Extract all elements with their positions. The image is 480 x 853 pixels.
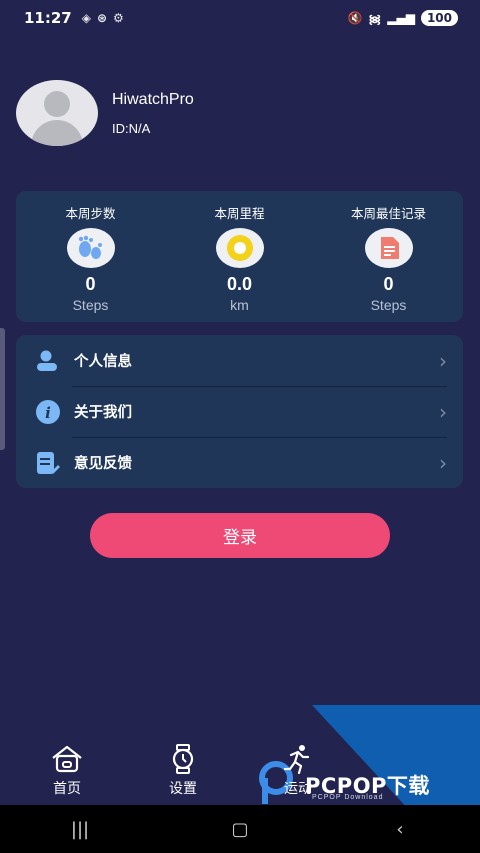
- feedback-icon: [34, 450, 62, 476]
- menu-item-personal-info[interactable]: 个人信息 ›: [16, 335, 463, 386]
- stat-unit: Steps: [370, 297, 407, 313]
- tab-home[interactable]: 首页: [50, 744, 84, 798]
- info-icon: i: [34, 399, 62, 425]
- avatar-head: [44, 91, 70, 117]
- person-icon: [34, 348, 62, 374]
- tab-label: 设置: [169, 781, 197, 797]
- back-icon[interactable]: ‹: [370, 819, 430, 840]
- mute-icon: 🔇: [347, 11, 363, 25]
- wifi-icon: ᯼: [368, 11, 382, 26]
- status-time: 11:27: [24, 9, 72, 27]
- system-nav-bar: ||| ▢ ‹: [0, 805, 480, 853]
- stat-unit: Steps: [72, 297, 109, 313]
- stat-title: 本周里程: [214, 206, 265, 221]
- chevron-right-icon: ›: [439, 348, 447, 373]
- profile-text: HiwatchPro ID:N/A: [112, 91, 194, 136]
- login-button[interactable]: 登录: [90, 513, 390, 558]
- recent-apps-icon[interactable]: |||: [50, 819, 110, 840]
- stat-title: 本周最佳记录: [350, 206, 426, 221]
- stat-weekly-steps: 本周步数 0 Steps: [16, 191, 165, 322]
- ring-icon: [215, 228, 264, 268]
- chevron-right-icon: ›: [439, 450, 447, 475]
- stat-weekly-distance: 本周里程 0.0 km: [165, 191, 314, 322]
- battery-indicator: 100: [420, 10, 458, 26]
- stat-unit: km: [230, 297, 249, 313]
- status-bar: 11:27 ◈ ⊛ ⚙ 🔇 ᯼ ▂▄▆ 100: [0, 0, 480, 36]
- stat-title: 本周步数: [65, 206, 116, 221]
- notification-icon: ⊛: [96, 11, 108, 25]
- stat-value: 0: [383, 274, 394, 294]
- home-button-icon[interactable]: ▢: [210, 819, 270, 840]
- notification-icon: ◈: [81, 11, 91, 25]
- stat-weekly-best: 本周最佳记录 0 Steps: [314, 191, 463, 322]
- tab-label: 首页: [53, 781, 81, 797]
- menu-item-label: 意见反馈: [74, 456, 132, 472]
- status-right: 🔇 ᯼ ▂▄▆ 100: [347, 10, 458, 27]
- stat-value: 0.0: [226, 274, 253, 294]
- profile-id: ID:N/A: [112, 120, 151, 136]
- tab-sport[interactable]: 运动: [281, 744, 315, 798]
- record-icon: [364, 228, 413, 268]
- menu-item-label: 个人信息: [74, 354, 132, 370]
- notification-icon: ⚙: [113, 11, 124, 25]
- watch-icon: [172, 744, 194, 774]
- menu-item-label: 关于我们: [74, 405, 132, 421]
- stat-value: 0: [85, 274, 96, 294]
- run-icon: [283, 745, 310, 774]
- profile-name: HiwatchPro: [112, 90, 194, 108]
- edge-panel-handle[interactable]: [0, 328, 5, 450]
- tab-settings[interactable]: 设置: [166, 744, 200, 798]
- settings-menu: 个人信息 › i 关于我们 › 意见反馈 ›: [16, 335, 463, 488]
- signal-icon: ▂▄▆: [387, 11, 415, 25]
- svg-text:i: i: [45, 404, 51, 422]
- bottom-tab-bar: 首页 设置 运动: [0, 740, 480, 802]
- home-icon: [52, 745, 82, 773]
- profile-header: HiwatchPro ID:N/A: [16, 80, 194, 146]
- tab-label: 运动: [284, 781, 312, 797]
- avatar-body: [31, 120, 83, 146]
- chevron-right-icon: ›: [439, 399, 447, 424]
- avatar[interactable]: [16, 80, 98, 146]
- status-notification-icons: ◈ ⊛ ⚙: [82, 11, 124, 25]
- menu-item-feedback[interactable]: 意见反馈 ›: [16, 437, 463, 488]
- menu-item-about-us[interactable]: i 关于我们 ›: [16, 386, 463, 437]
- footprint-icon: [66, 228, 115, 268]
- weekly-stats-card: 本周步数 0 Steps 本周里程 0.0 km 本周最佳记录 0 Steps: [16, 191, 463, 322]
